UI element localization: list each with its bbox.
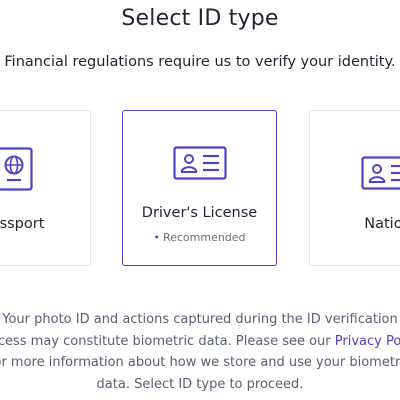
page-subtitle: Financial regulations require us to veri… (4, 54, 396, 70)
id-type-page: Select ID type Financial regulations req… (0, 0, 400, 400)
id-option-drivers-license[interactable]: Driver's License • Recommended (122, 110, 277, 266)
page-title: Select ID type (121, 6, 279, 31)
bullet-dot-icon: • (153, 231, 160, 244)
disclaimer-line: for more information about how we store … (0, 355, 400, 370)
recommended-label: Recommended (162, 231, 246, 244)
id-card-icon (172, 146, 227, 184)
id-option-label: National ID (364, 216, 400, 232)
id-option-label: Passport (0, 216, 45, 232)
id-option-national-id[interactable]: National ID (309, 110, 400, 266)
disclaimer-line: process may constitute biometric data. P… (0, 331, 400, 353)
id-option-passport[interactable]: Passport (0, 110, 91, 266)
privacy-policy-link[interactable]: Privacy Policy (335, 334, 400, 349)
id-option-label: Driver's License (141, 205, 258, 221)
biometric-disclaimer: Your photo ID and actions captured durin… (0, 309, 400, 395)
disclaimer-line: data. Select ID type to proceed. (96, 376, 304, 392)
passport-icon (0, 147, 33, 195)
recommended-badge: • Recommended (123, 231, 276, 244)
id-card-icon (361, 156, 400, 194)
disclaimer-text: process may constitute biometric data. P… (0, 333, 335, 349)
disclaimer-line: Your photo ID and actions captured durin… (2, 312, 398, 327)
